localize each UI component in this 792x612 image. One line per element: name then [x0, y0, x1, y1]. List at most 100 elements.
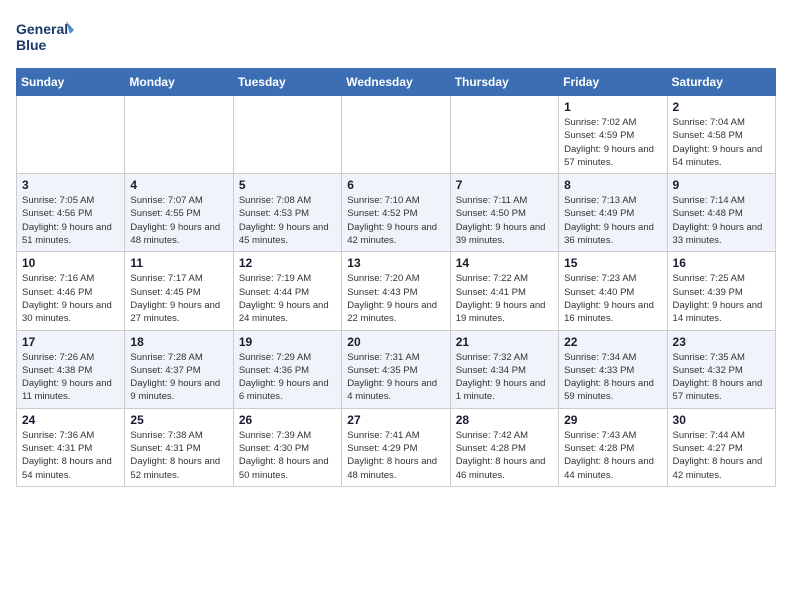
day-number: 8: [564, 178, 661, 192]
day-info: Sunrise: 7:41 AM Sunset: 4:29 PM Dayligh…: [347, 429, 444, 482]
calendar-cell: 2 Sunrise: 7:04 AM Sunset: 4:58 PM Daylig…: [667, 96, 775, 174]
calendar-cell: [125, 96, 233, 174]
weekday-header: Friday: [559, 69, 667, 96]
page-header: GeneralBlue: [16, 16, 776, 56]
calendar-cell: [450, 96, 558, 174]
calendar-table: SundayMondayTuesdayWednesdayThursdayFrid…: [16, 68, 776, 487]
calendar-cell: 30 Sunrise: 7:44 AM Sunset: 4:27 PM Dayli…: [667, 408, 775, 486]
calendar-row: 24 Sunrise: 7:36 AM Sunset: 4:31 PM Dayli…: [17, 408, 776, 486]
day-number: 30: [673, 413, 770, 427]
day-info: Sunrise: 7:32 AM Sunset: 4:34 PM Dayligh…: [456, 351, 553, 404]
calendar-cell: 8 Sunrise: 7:13 AM Sunset: 4:49 PM Daylig…: [559, 174, 667, 252]
day-info: Sunrise: 7:28 AM Sunset: 4:37 PM Dayligh…: [130, 351, 227, 404]
calendar-cell: [233, 96, 341, 174]
day-number: 3: [22, 178, 119, 192]
calendar-cell: 24 Sunrise: 7:36 AM Sunset: 4:31 PM Dayli…: [17, 408, 125, 486]
svg-text:General: General: [16, 21, 68, 37]
calendar-cell: 18 Sunrise: 7:28 AM Sunset: 4:37 PM Dayli…: [125, 330, 233, 408]
day-number: 7: [456, 178, 553, 192]
weekday-header-row: SundayMondayTuesdayWednesdayThursdayFrid…: [17, 69, 776, 96]
day-info: Sunrise: 7:31 AM Sunset: 4:35 PM Dayligh…: [347, 351, 444, 404]
day-info: Sunrise: 7:11 AM Sunset: 4:50 PM Dayligh…: [456, 194, 553, 247]
calendar-cell: 9Sunrise: 7:14 AM Sunset: 4:48 PM Daylig…: [667, 174, 775, 252]
calendar-cell: [17, 96, 125, 174]
day-number: 18: [130, 335, 227, 349]
day-info: Sunrise: 7:20 AM Sunset: 4:43 PM Dayligh…: [347, 272, 444, 325]
calendar-cell: 25Sunrise: 7:38 AM Sunset: 4:31 PM Dayli…: [125, 408, 233, 486]
day-info: Sunrise: 7:19 AM Sunset: 4:44 PM Dayligh…: [239, 272, 336, 325]
calendar-cell: 28 Sunrise: 7:42 AM Sunset: 4:28 PM Dayli…: [450, 408, 558, 486]
calendar-row: 3 Sunrise: 7:05 AM Sunset: 4:56 PM Daylig…: [17, 174, 776, 252]
day-info: Sunrise: 7:44 AM Sunset: 4:27 PM Dayligh…: [673, 429, 770, 482]
calendar-row: 10Sunrise: 7:16 AM Sunset: 4:46 PM Dayli…: [17, 252, 776, 330]
day-info: Sunrise: 7:04 AM Sunset: 4:58 PM Dayligh…: [673, 116, 770, 169]
day-number: 9: [673, 178, 770, 192]
calendar-cell: 17 Sunrise: 7:26 AM Sunset: 4:38 PM Dayli…: [17, 330, 125, 408]
day-number: 22: [564, 335, 661, 349]
calendar-row: 17 Sunrise: 7:26 AM Sunset: 4:38 PM Dayli…: [17, 330, 776, 408]
day-number: 17: [22, 335, 119, 349]
day-number: 2: [673, 100, 770, 114]
day-info: Sunrise: 7:05 AM Sunset: 4:56 PM Dayligh…: [22, 194, 119, 247]
day-info: Sunrise: 7:26 AM Sunset: 4:38 PM Dayligh…: [22, 351, 119, 404]
day-info: Sunrise: 7:36 AM Sunset: 4:31 PM Dayligh…: [22, 429, 119, 482]
day-info: Sunrise: 7:08 AM Sunset: 4:53 PM Dayligh…: [239, 194, 336, 247]
calendar-cell: 4Sunrise: 7:07 AM Sunset: 4:55 PM Daylig…: [125, 174, 233, 252]
day-number: 12: [239, 256, 336, 270]
day-number: 5: [239, 178, 336, 192]
day-number: 15: [564, 256, 661, 270]
day-info: Sunrise: 7:25 AM Sunset: 4:39 PM Dayligh…: [673, 272, 770, 325]
calendar-cell: 16 Sunrise: 7:25 AM Sunset: 4:39 PM Dayli…: [667, 252, 775, 330]
day-info: Sunrise: 7:22 AM Sunset: 4:41 PM Dayligh…: [456, 272, 553, 325]
calendar-cell: 21 Sunrise: 7:32 AM Sunset: 4:34 PM Dayli…: [450, 330, 558, 408]
calendar-row: 1Sunrise: 7:02 AM Sunset: 4:59 PM Daylig…: [17, 96, 776, 174]
calendar-cell: 20Sunrise: 7:31 AM Sunset: 4:35 PM Dayli…: [342, 330, 450, 408]
day-info: Sunrise: 7:42 AM Sunset: 4:28 PM Dayligh…: [456, 429, 553, 482]
day-info: Sunrise: 7:34 AM Sunset: 4:33 PM Dayligh…: [564, 351, 661, 404]
day-info: Sunrise: 7:02 AM Sunset: 4:59 PM Dayligh…: [564, 116, 661, 169]
day-info: Sunrise: 7:29 AM Sunset: 4:36 PM Dayligh…: [239, 351, 336, 404]
day-number: 6: [347, 178, 444, 192]
weekday-header: Thursday: [450, 69, 558, 96]
day-info: Sunrise: 7:13 AM Sunset: 4:49 PM Dayligh…: [564, 194, 661, 247]
day-number: 16: [673, 256, 770, 270]
day-number: 23: [673, 335, 770, 349]
calendar-cell: 29Sunrise: 7:43 AM Sunset: 4:28 PM Dayli…: [559, 408, 667, 486]
calendar-cell: 6 Sunrise: 7:10 AM Sunset: 4:52 PM Daylig…: [342, 174, 450, 252]
day-number: 28: [456, 413, 553, 427]
day-number: 27: [347, 413, 444, 427]
calendar-cell: [342, 96, 450, 174]
day-info: Sunrise: 7:35 AM Sunset: 4:32 PM Dayligh…: [673, 351, 770, 404]
weekday-header: Saturday: [667, 69, 775, 96]
day-number: 26: [239, 413, 336, 427]
calendar-cell: 13 Sunrise: 7:20 AM Sunset: 4:43 PM Dayli…: [342, 252, 450, 330]
calendar-cell: 22 Sunrise: 7:34 AM Sunset: 4:33 PM Dayli…: [559, 330, 667, 408]
calendar-cell: 19 Sunrise: 7:29 AM Sunset: 4:36 PM Dayli…: [233, 330, 341, 408]
day-number: 4: [130, 178, 227, 192]
calendar-cell: 26Sunrise: 7:39 AM Sunset: 4:30 PM Dayli…: [233, 408, 341, 486]
calendar-cell: 7 Sunrise: 7:11 AM Sunset: 4:50 PM Daylig…: [450, 174, 558, 252]
calendar-cell: 23 Sunrise: 7:35 AM Sunset: 4:32 PM Dayli…: [667, 330, 775, 408]
weekday-header: Wednesday: [342, 69, 450, 96]
day-info: Sunrise: 7:10 AM Sunset: 4:52 PM Dayligh…: [347, 194, 444, 247]
calendar-cell: 5 Sunrise: 7:08 AM Sunset: 4:53 PM Daylig…: [233, 174, 341, 252]
day-info: Sunrise: 7:16 AM Sunset: 4:46 PM Dayligh…: [22, 272, 119, 325]
logo: GeneralBlue: [16, 16, 76, 56]
day-number: 13: [347, 256, 444, 270]
day-number: 21: [456, 335, 553, 349]
weekday-header: Monday: [125, 69, 233, 96]
day-number: 24: [22, 413, 119, 427]
day-number: 14: [456, 256, 553, 270]
weekday-header: Sunday: [17, 69, 125, 96]
calendar-cell: 12 Sunrise: 7:19 AM Sunset: 4:44 PM Dayli…: [233, 252, 341, 330]
day-number: 19: [239, 335, 336, 349]
calendar-cell: 15 Sunrise: 7:23 AM Sunset: 4:40 PM Dayli…: [559, 252, 667, 330]
calendar-cell: 3 Sunrise: 7:05 AM Sunset: 4:56 PM Daylig…: [17, 174, 125, 252]
day-info: Sunrise: 7:23 AM Sunset: 4:40 PM Dayligh…: [564, 272, 661, 325]
calendar-cell: 14 Sunrise: 7:22 AM Sunset: 4:41 PM Dayli…: [450, 252, 558, 330]
svg-text:Blue: Blue: [16, 37, 47, 53]
weekday-header: Tuesday: [233, 69, 341, 96]
day-info: Sunrise: 7:43 AM Sunset: 4:28 PM Dayligh…: [564, 429, 661, 482]
day-number: 25: [130, 413, 227, 427]
day-info: Sunrise: 7:17 AM Sunset: 4:45 PM Dayligh…: [130, 272, 227, 325]
